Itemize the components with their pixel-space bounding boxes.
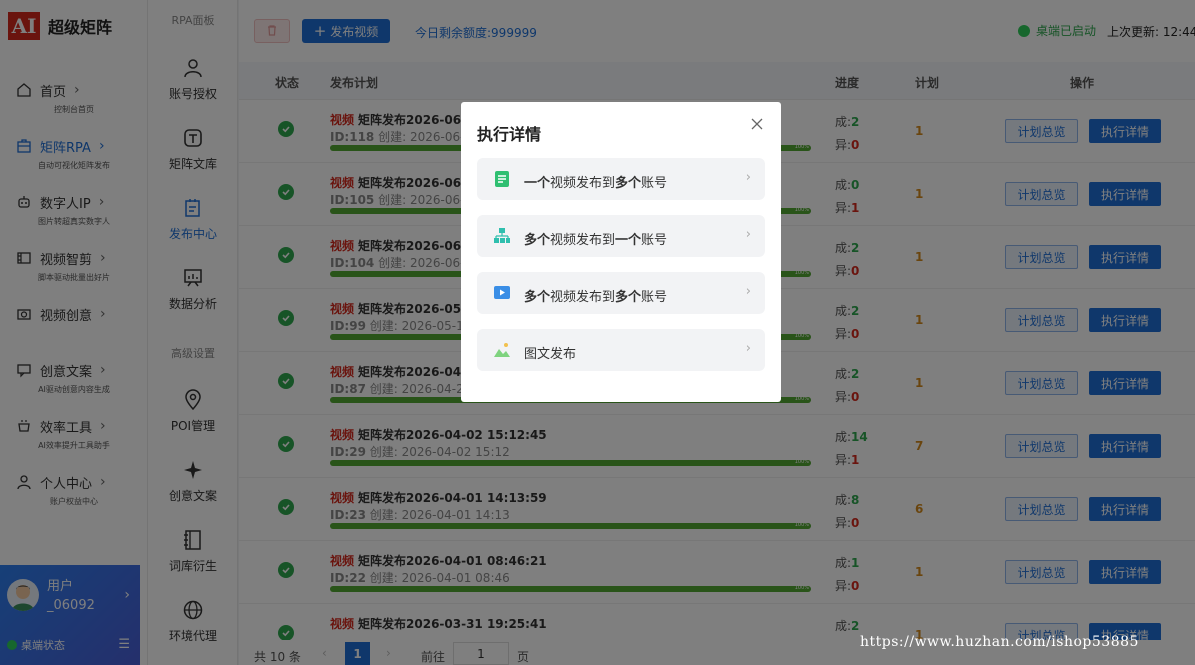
chevron-right-icon: › [745,170,751,185]
option-label: 一个视频发布到多个账号 [524,176,668,191]
execution-detail-modal: 执行详情 一个视频发布到多个账号 › 多个视频发布到一个账号 › 多个视频发布到… [461,102,781,402]
image-green-icon [493,341,511,359]
chevron-right-icon: › [745,227,751,242]
tree-green-icon [493,227,511,245]
watermark: https://www.huzhan.com/ishop53885 [860,634,1139,650]
chevron-right-icon: › [745,341,751,356]
option-label: 图文发布 [524,347,577,362]
doc-green-icon [493,170,511,188]
option-image-text[interactable]: 图文发布 › [477,329,765,371]
option-one-to-many[interactable]: 一个视频发布到多个账号 › [477,158,765,200]
option-label: 多个视频发布到多个账号 [524,290,668,305]
chevron-right-icon: › [745,284,751,299]
video-blue-icon [493,284,511,302]
option-many-to-one[interactable]: 多个视频发布到一个账号 › [477,215,765,257]
option-many-to-many[interactable]: 多个视频发布到多个账号 › [477,272,765,314]
option-label: 多个视频发布到一个账号 [524,233,668,248]
close-icon[interactable] [749,116,765,132]
modal-title: 执行详情 [477,125,542,144]
